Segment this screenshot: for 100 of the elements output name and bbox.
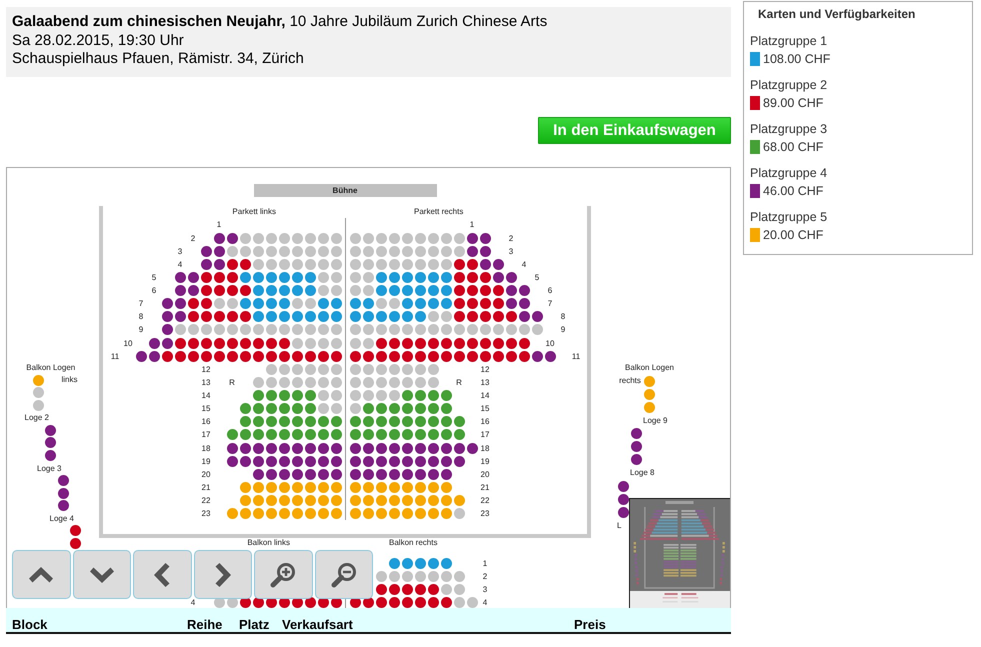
row-number: 13	[480, 378, 490, 387]
row-number: 19	[480, 456, 490, 466]
row-number: 2	[190, 234, 196, 243]
row-number: 17	[202, 430, 210, 440]
row-number: 15	[480, 404, 490, 414]
row-number: 1	[482, 559, 488, 568]
row-number: 6	[152, 286, 156, 296]
row-number: 16	[480, 417, 490, 426]
event-date: Sa 28.02.2015, 19:30 Uhr	[12, 32, 185, 50]
row-number: 13	[202, 378, 210, 387]
price-group-label: Platzgruppe 3	[750, 121, 828, 138]
row-number: 3	[482, 585, 488, 594]
price-group-label: Platzgruppe 5	[750, 209, 828, 226]
row-number: 23	[202, 509, 210, 518]
row-number: 4	[178, 260, 182, 269]
chevron-left-icon	[154, 562, 170, 586]
pan-up-button[interactable]	[12, 550, 70, 599]
column-header: Platz	[238, 617, 270, 632]
row-number: 8	[560, 312, 566, 322]
row-number: 18	[480, 444, 490, 453]
event-venue: Schauspielhaus Pfauen, Rämistr. 34, Zürich	[12, 50, 305, 68]
row-number: 20	[202, 470, 210, 479]
add-to-cart-button[interactable]: In den Einkaufswagen	[538, 117, 731, 144]
column-header: Reihe	[186, 617, 224, 632]
row-number: 7	[548, 299, 552, 308]
row-number: 21	[480, 482, 490, 492]
row-number: 1	[470, 220, 474, 230]
chevron-right-icon	[214, 562, 231, 586]
row-number: 2	[508, 234, 514, 243]
chevron-down-icon	[90, 566, 114, 582]
row-number: 4	[190, 598, 196, 608]
row-number: 9	[560, 325, 566, 334]
row-number: 2	[482, 572, 488, 582]
row-number: 11	[572, 352, 580, 361]
row-number: 9	[138, 325, 144, 334]
row-number: 8	[138, 312, 144, 322]
row-number: 14	[202, 391, 210, 400]
section-title: Balkon Logen	[26, 362, 76, 373]
row-number: 22	[480, 496, 490, 506]
section-subtitle: rechts	[619, 376, 641, 386]
box-label: Loge 2	[24, 413, 49, 422]
pan-left-button[interactable]	[133, 550, 192, 599]
zoom-in-icon	[270, 562, 296, 588]
section-title: Balkon links	[247, 538, 290, 548]
row-number: 3	[178, 246, 182, 256]
row-number: 21	[202, 482, 210, 492]
row-number: 4	[482, 598, 488, 608]
price-label: 108.00 CHF	[763, 51, 830, 68]
row-marker: R	[456, 378, 462, 387]
row-number: 18	[202, 444, 210, 453]
price-label: 20.00 CHF	[763, 227, 824, 244]
row-number: 15	[202, 404, 210, 414]
row-number: 5	[152, 272, 156, 282]
row-number: 11	[110, 352, 120, 361]
section-subtitle: links	[61, 375, 78, 386]
row-number: 6	[548, 286, 552, 296]
zoom-out-icon	[330, 562, 357, 588]
row-number: 20	[480, 470, 490, 479]
row-number: 22	[202, 496, 210, 506]
legend-title: Karten und Verfügbarkeiten	[757, 7, 916, 21]
chevron-up-icon	[29, 566, 54, 582]
section-title: Parkett rechts	[414, 207, 464, 218]
price-group-label: Platzgruppe 1	[750, 33, 828, 50]
section-title: Balkon rechts	[389, 538, 438, 548]
event-title: Galaabend zum chinesischen Neujahr, 10 Jahre Jubiläum Zurich Chinese Arts	[12, 13, 548, 32]
box-label: Loge 8	[630, 468, 654, 478]
row-number: 12	[202, 364, 210, 374]
row-number: 23	[480, 509, 490, 518]
section-title: Balkon Logen	[625, 362, 674, 373]
row-number: 3	[508, 246, 514, 256]
column-header: Preis	[573, 617, 607, 632]
row-number: 14	[480, 391, 490, 400]
price-label: 68.00 CHF	[763, 139, 824, 156]
row-number: 19	[202, 456, 210, 466]
row-number: 17	[480, 430, 490, 440]
column-header: Verkaufsart	[281, 617, 354, 632]
column-header: Block	[11, 617, 48, 632]
row-number: 1	[216, 220, 222, 230]
price-label: 89.00 CHF	[763, 95, 824, 112]
box-label: L	[617, 520, 622, 530]
row-number: 7	[138, 299, 144, 308]
box-label: Loge 4	[50, 514, 74, 523]
section-title: Parkett links	[232, 207, 276, 218]
row-marker: R	[229, 378, 235, 387]
stage-bar: Bühne	[254, 184, 436, 197]
pan-right-button[interactable]	[194, 550, 252, 599]
row-number: 4	[522, 260, 526, 269]
zoom-out-button[interactable]	[314, 550, 373, 599]
box-label: Loge 3	[37, 464, 62, 473]
zoom-in-button[interactable]	[254, 550, 312, 599]
price-label: 46.00 CHF	[763, 183, 824, 200]
row-number: 10	[124, 338, 132, 348]
row-number: 10	[546, 338, 554, 348]
box-label: Loge 9	[643, 416, 668, 425]
price-group-label: Platzgruppe 2	[750, 77, 828, 94]
row-number: 5	[534, 272, 540, 282]
minimap[interactable]	[629, 498, 730, 608]
row-number: 16	[202, 417, 210, 426]
row-number: 12	[480, 364, 490, 374]
pan-down-button[interactable]	[72, 550, 131, 599]
